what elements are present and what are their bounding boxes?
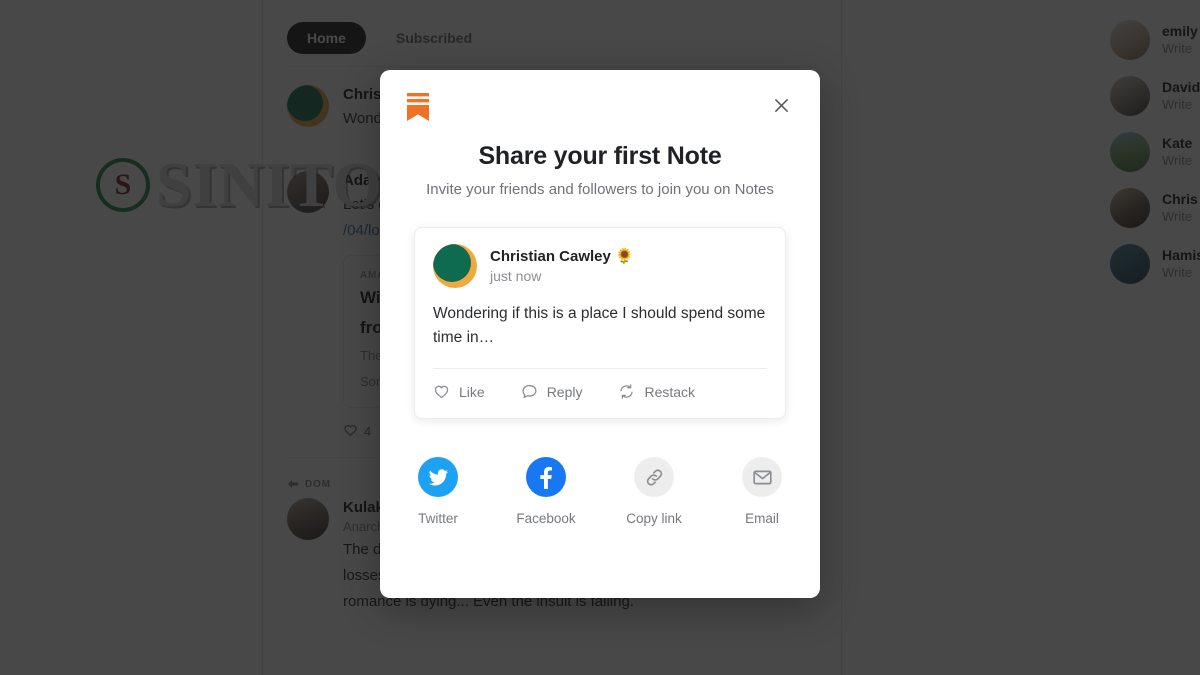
modal-topbar	[380, 70, 820, 122]
twitter-circle	[418, 457, 458, 497]
heart-icon	[434, 385, 449, 399]
envelope-icon	[752, 470, 772, 484]
share-facebook-button[interactable]: Facebook	[515, 457, 577, 526]
share-twitter-button[interactable]: Twitter	[407, 457, 469, 526]
share-label: Twitter	[418, 511, 458, 526]
copy-link-circle	[634, 457, 674, 497]
share-targets-row: Twitter Facebook Copy link Email	[380, 457, 820, 526]
substack-bookmark-icon	[407, 93, 429, 121]
like-button[interactable]: Like	[433, 383, 485, 400]
restack-icon	[620, 384, 634, 399]
like-label: Like	[459, 383, 485, 400]
close-button[interactable]	[768, 92, 794, 118]
restack-button[interactable]: Restack	[618, 383, 695, 400]
share-note-modal: Share your first Note Invite your friend…	[380, 70, 820, 598]
page-title: Share your first Note	[478, 142, 722, 170]
note-timestamp: just now	[490, 267, 542, 284]
modal-subtitle: Invite your friends and followers to joi…	[426, 181, 774, 198]
comment-icon	[522, 384, 537, 399]
reply-button[interactable]: Reply	[521, 383, 583, 400]
facebook-circle	[526, 457, 566, 497]
restack-label: Restack	[644, 383, 696, 400]
page-root: Home Subscribed Christian Cawley 🌻 Wonde…	[0, 0, 1200, 675]
note-actions-row: Like Reply Restack	[433, 368, 767, 412]
reply-label: Reply	[546, 383, 583, 400]
share-label: Email	[745, 511, 779, 526]
note-preview-header: Christian Cawley 🌻 just now	[433, 244, 767, 288]
email-share-button[interactable]: Email	[731, 457, 793, 526]
close-icon	[774, 98, 788, 112]
note-preview-identity: Christian Cawley 🌻 just now	[490, 247, 634, 286]
link-icon	[646, 468, 662, 486]
note-author: Christian Cawley 🌻	[490, 247, 634, 265]
note-body-text: Wondering if this is a place I should sp…	[433, 305, 766, 346]
email-circle	[742, 457, 782, 497]
share-label: Facebook	[516, 511, 576, 526]
avatar	[433, 244, 477, 288]
facebook-icon	[540, 466, 552, 489]
share-label: Copy link	[626, 511, 682, 526]
note-preview-card: Christian Cawley 🌻 just now Wondering if…	[414, 227, 786, 419]
twitter-icon	[428, 468, 448, 485]
copy-link-button[interactable]: Copy link	[623, 457, 685, 526]
